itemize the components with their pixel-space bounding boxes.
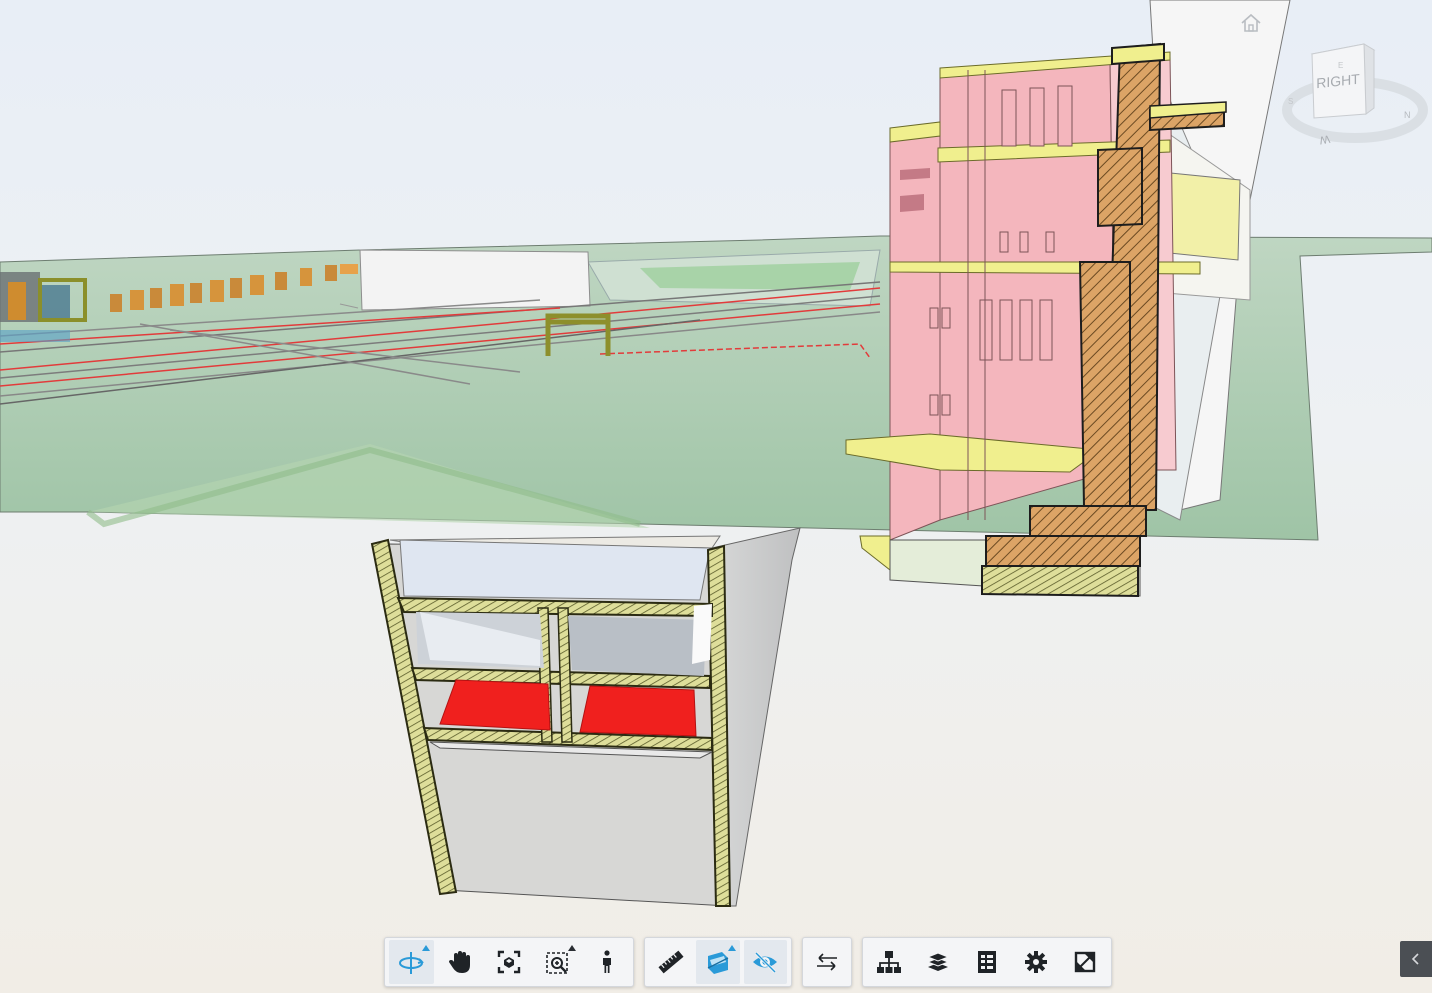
pan-hand-icon (449, 951, 471, 973)
toolbar-panels-group (862, 937, 1112, 987)
tunnel-section (370, 527, 801, 907)
compass-north: N (1404, 110, 1411, 120)
home-view-button[interactable] (1238, 12, 1264, 34)
compass-south: S (1288, 97, 1293, 106)
section-analysis-button[interactable] (696, 940, 740, 984)
properties-icon (977, 951, 996, 973)
properties-button[interactable] (965, 940, 1010, 984)
highlight-zone-right (579, 685, 697, 737)
section-box-icon (707, 952, 729, 974)
compass-east: E (1338, 61, 1343, 70)
fullscreen-button[interactable] (1062, 940, 1107, 984)
side-panel-toggle[interactable] (1400, 941, 1432, 977)
toolbar-navigation-group (384, 937, 634, 987)
fit-to-view-icon (497, 950, 521, 974)
first-person-button[interactable] (584, 940, 629, 984)
pan-button[interactable] (438, 940, 483, 984)
first-person-icon (602, 950, 611, 973)
zoom-window-icon (545, 952, 568, 974)
toolbar-tools-group (644, 937, 792, 987)
orbit-button[interactable] (389, 940, 434, 984)
layers-icon (926, 952, 950, 971)
gear-icon (1024, 951, 1047, 973)
section-menu-caret[interactable] (727, 945, 736, 951)
orbit-menu-caret[interactable] (421, 945, 430, 951)
fullscreen-icon (1074, 951, 1095, 973)
visibility-eye-icon (753, 951, 778, 974)
visibility-button[interactable] (743, 940, 787, 984)
compass-west: W (1318, 132, 1331, 146)
model-browser-button[interactable] (867, 940, 912, 984)
fit-to-view-button[interactable] (487, 940, 532, 984)
layers-button[interactable] (916, 940, 961, 984)
toolbar-compare-group (802, 937, 852, 987)
zoom-window-button[interactable] (535, 940, 580, 984)
chevron-left-icon (1411, 953, 1419, 965)
warehouse-block (339, 249, 591, 311)
settings-button[interactable] (1013, 940, 1058, 984)
measure-ruler-icon (658, 950, 684, 974)
compare-arrows-icon (817, 953, 837, 971)
highlight-zone-left (439, 679, 551, 731)
home-icon (1241, 13, 1261, 32)
model-viewport[interactable] (0, 0, 1432, 993)
model-canvas[interactable] (0, 0, 1432, 993)
orbit-icon (399, 952, 425, 974)
measure-button[interactable] (649, 940, 692, 984)
compare-button[interactable] (807, 940, 847, 984)
zoom-menu-caret[interactable] (568, 945, 577, 951)
model-tree-icon (877, 951, 902, 973)
view-cube[interactable]: RIGHT W N S E (1280, 40, 1430, 150)
